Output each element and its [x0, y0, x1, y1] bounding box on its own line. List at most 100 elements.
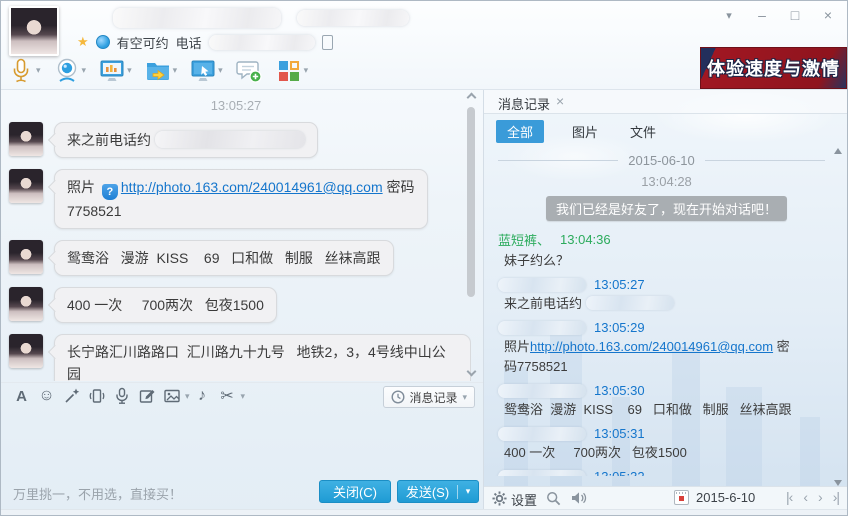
close-window-button[interactable]: ×: [819, 7, 837, 23]
divider-line: [498, 160, 619, 161]
photo-link[interactable]: http://photo.163.com/240014961@qq.com: [121, 179, 383, 195]
screen-demo-caret[interactable]: ▾: [127, 65, 132, 76]
record-time: 13:05:30: [594, 383, 645, 398]
sender-name-redacted: [498, 383, 586, 398]
photo-link[interactable]: http://photo.163.com/240014961@qq.com: [530, 339, 773, 354]
message-row: 400 一次 700两次 包夜1500: [9, 287, 471, 323]
chat-panel: 13:05:27 来之前电话约 照片 ? http://photo.163.com…: [1, 90, 483, 509]
emoji-icon[interactable]: ☺: [34, 384, 59, 408]
message-input[interactable]: [1, 410, 483, 480]
magic-wand-icon[interactable]: [59, 384, 84, 408]
record-text: 来之前电话约: [504, 296, 586, 311]
chat-toolbar: ▾ ▾ ▾ ▾ ▾ ▾: [7, 54, 320, 87]
minimize-button[interactable]: –: [753, 7, 771, 23]
scroll-up-icon[interactable]: [466, 92, 477, 103]
file-transfer-group: ▾: [144, 55, 178, 86]
chat-scrollbar[interactable]: [465, 90, 478, 381]
sender-name[interactable]: 蓝短裤、: [498, 230, 550, 249]
filter-files[interactable]: 文件: [626, 120, 660, 143]
sender-avatar[interactable]: [9, 122, 43, 156]
window-shake-icon[interactable]: [84, 384, 109, 408]
filter-all[interactable]: 全部: [496, 119, 545, 143]
history-panel: 消息记录 × 全部 图片 文件 2015-06-10 13:04:28 我们已经…: [483, 90, 847, 509]
font-icon[interactable]: A: [9, 384, 34, 408]
divider-line: [704, 160, 825, 161]
message-bubble: 鸳鸯浴 漫游 KISS 69 口和做 制服 丝袜高跟: [54, 240, 394, 276]
contact-avatar[interactable]: [9, 6, 59, 56]
search-icon[interactable]: [546, 491, 561, 506]
settings-gear-icon[interactable]: [492, 491, 507, 506]
send-button[interactable]: 发送(S) ▾: [397, 480, 479, 503]
calendar-icon[interactable]: [674, 490, 689, 505]
music-icon[interactable]: ♪: [190, 384, 215, 408]
date-divider-label: 2015-06-10: [628, 153, 695, 168]
history-footer: 设置 2015-6-10 |‹ ‹ › ›|: [484, 486, 847, 509]
titlebar: ★ 有空可约 电话 ▾ – □ × ▾ ▾ ▾ ▾ ▾ ▾ 体验速度与激情: [1, 1, 847, 90]
close-chat-button[interactable]: 关闭(C): [319, 480, 391, 503]
filter-images[interactable]: 图片: [568, 120, 602, 143]
timestamp: 13:05:27: [210, 98, 262, 113]
scrollbar-thumb[interactable]: [467, 107, 475, 297]
apps-caret[interactable]: ▾: [304, 65, 309, 76]
send-options-caret[interactable]: ▾: [458, 486, 478, 497]
maximize-button[interactable]: □: [786, 7, 804, 23]
record-time: 13:05:29: [594, 320, 645, 335]
screen-demo-icon[interactable]: [98, 55, 126, 86]
remote-desktop-caret[interactable]: ▾: [218, 65, 223, 76]
record-text: 照片: [504, 339, 531, 354]
video-call-icon[interactable]: [53, 55, 81, 86]
message-row: 来之前电话约: [9, 122, 471, 158]
message-row: 鸳鸯浴 漫游 KISS 69 口和做 制服 丝袜高跟: [9, 240, 471, 276]
voice-call-caret[interactable]: ▾: [36, 65, 41, 76]
settings-label[interactable]: 设置: [511, 490, 537, 509]
voice-call-icon[interactable]: [7, 55, 35, 86]
scroll-down-icon[interactable]: [466, 366, 477, 377]
skin-menu-button[interactable]: ▾: [720, 7, 738, 23]
screenshot-caret[interactable]: ▾: [241, 391, 246, 402]
clock-icon: [391, 390, 405, 404]
file-transfer-caret[interactable]: ▾: [173, 65, 178, 76]
history-scroll-up-icon[interactable]: [834, 148, 842, 154]
ad-link[interactable]: 万里挑一，不用选，直接买！: [13, 484, 182, 503]
speaker-icon[interactable]: [571, 491, 587, 505]
message-text: 7758521: [67, 203, 122, 219]
message-history-button[interactable]: 消息记录 ▾: [383, 386, 475, 408]
edit-note-icon[interactable]: [134, 384, 159, 408]
record-message: 400 一次 700两次 包夜1500: [504, 445, 687, 460]
system-message: 我们已经是好友了，现在开始对话吧！: [545, 196, 787, 221]
remote-desktop-icon[interactable]: [189, 55, 217, 86]
apps-icon[interactable]: [275, 55, 303, 86]
sender-avatar[interactable]: [9, 334, 43, 368]
record-message: 鸳鸯浴 漫游 KISS 69 口和做 制服 丝袜高跟: [504, 402, 792, 417]
sender-name-redacted: [498, 277, 586, 292]
sender-avatar[interactable]: [9, 240, 43, 274]
tab-message-history[interactable]: 消息记录: [498, 94, 550, 113]
voice-message-icon[interactable]: [109, 384, 134, 408]
contact-name-redacted-2: [297, 10, 409, 26]
video-call-caret[interactable]: ▾: [82, 65, 87, 76]
nav-prev-button[interactable]: ‹: [803, 489, 808, 505]
new-chat-icon[interactable]: [235, 55, 263, 86]
url-safety-shield-icon[interactable]: ?: [101, 184, 118, 200]
ad-banner[interactable]: 体验速度与激情: [700, 47, 847, 89]
sender-avatar[interactable]: [9, 287, 43, 321]
history-nav: |‹ ‹ › ›|: [786, 489, 840, 505]
history-date[interactable]: 2015-6-10: [696, 490, 755, 505]
nav-next-button[interactable]: ›: [818, 489, 823, 505]
record-message: 妹子约么？: [504, 253, 570, 268]
nav-last-button[interactable]: ›|: [833, 489, 840, 505]
screenshot-icon[interactable]: ✂: [215, 384, 240, 408]
file-transfer-icon[interactable]: [144, 55, 172, 86]
image-icon[interactable]: [159, 384, 184, 408]
record-time: 13:05:31: [594, 426, 645, 441]
message-row: 照片 ? http://photo.163.com/240014961@qq.co…: [9, 169, 471, 229]
message-history-label: 消息记录: [409, 390, 458, 405]
record-message: 来之前电话约: [504, 294, 674, 314]
message-history-caret[interactable]: ▾: [462, 392, 467, 403]
tab-close-icon[interactable]: ×: [556, 93, 564, 109]
record-time: 13:04:28: [641, 174, 692, 189]
redacted-text: [585, 296, 674, 310]
sender-avatar[interactable]: [9, 169, 43, 203]
message-bubble: 400 一次 700两次 包夜1500: [54, 287, 277, 323]
nav-first-button[interactable]: |‹: [786, 489, 793, 505]
